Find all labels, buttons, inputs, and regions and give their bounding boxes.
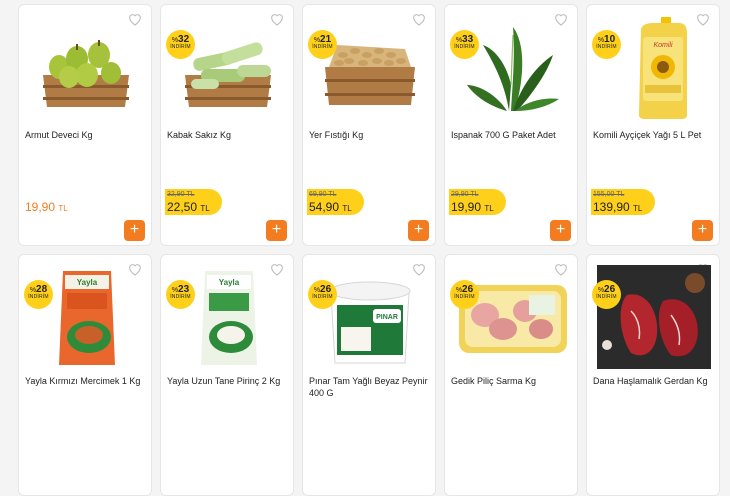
price-value: 19,90 bbox=[451, 200, 482, 214]
discount-badge: %26 İNDİRİM bbox=[592, 280, 621, 309]
product-name[interactable]: Gedik Piliç Sarma Kg bbox=[451, 375, 573, 387]
discount-badge: %32 İNDİRİM bbox=[166, 30, 195, 59]
price-currency: TL bbox=[484, 204, 494, 213]
discount-badge: %26 İNDİRİM bbox=[450, 280, 479, 309]
price-value: 139,90 bbox=[593, 200, 630, 214]
old-price: 32,90 TL bbox=[167, 191, 195, 198]
svg-text:Yayla: Yayla bbox=[77, 278, 98, 287]
discount-label: İNDİRİM bbox=[170, 294, 191, 300]
price-value: 54,90 bbox=[309, 200, 340, 214]
svg-text:Komili: Komili bbox=[653, 42, 673, 49]
product-name[interactable]: Komili Ayçiçek Yağı 5 L Pet bbox=[593, 129, 715, 141]
product-image-peanuts[interactable] bbox=[313, 15, 427, 119]
product-price: 54,90 TL bbox=[309, 200, 352, 214]
product-name[interactable]: Pınar Tam Yağlı Beyaz Peynir 400 G bbox=[309, 375, 431, 399]
product-name[interactable]: Ispanak 700 G Paket Adet bbox=[451, 129, 573, 141]
product-image-cheese-tub[interactable]: PINAR bbox=[313, 265, 427, 369]
product-image-spinach[interactable] bbox=[455, 15, 569, 119]
discount-label: İNDİRİM bbox=[596, 294, 617, 300]
svg-text:PINAR: PINAR bbox=[376, 314, 398, 321]
product-image-oil-bottle[interactable]: Komili bbox=[597, 15, 711, 119]
discount-badge: %10 İNDİRİM bbox=[592, 30, 621, 59]
product-image-rice-pack[interactable]: Yayla bbox=[171, 265, 285, 369]
discount-label: İNDİRİM bbox=[312, 294, 333, 300]
product-card[interactable]: %32 İNDİRİM Kabak Sakız Kg 32,90 TL 22,50… bbox=[160, 4, 294, 246]
price-value: 22,50 bbox=[167, 200, 198, 214]
discount-badge: %26 İNDİRİM bbox=[308, 280, 337, 309]
price-currency: TL bbox=[633, 204, 643, 213]
product-card[interactable]: PINAR %26 İNDİRİM Pınar Tam Yağlı Beyaz P… bbox=[302, 254, 436, 496]
product-name[interactable]: Yer Fıstığı Kg bbox=[309, 129, 431, 141]
add-to-cart-button[interactable]: + bbox=[550, 220, 571, 241]
product-name[interactable]: Dana Haşlamalık Gerdan Kg bbox=[593, 375, 715, 387]
product-card[interactable]: Armut Deveci Kg 19,90 TL + bbox=[18, 4, 152, 246]
discount-label: İNDİRİM bbox=[28, 294, 49, 300]
product-card[interactable]: Komili %10 İNDİRİM Komili Ayçiçek Yağı 5 … bbox=[586, 4, 720, 246]
discount-badge: %21 İNDİRİM bbox=[308, 30, 337, 59]
discount-badge: %23 İNDİRİM bbox=[166, 280, 195, 309]
product-name[interactable]: Armut Deveci Kg bbox=[25, 129, 147, 141]
old-price: 155,00 TL bbox=[593, 191, 625, 198]
discount-label: İNDİRİM bbox=[312, 44, 333, 50]
product-price: 19,90 TL bbox=[451, 200, 494, 214]
add-to-cart-button[interactable]: + bbox=[124, 220, 145, 241]
product-image-beef[interactable] bbox=[597, 265, 711, 369]
old-price: 69,90 TL bbox=[309, 191, 337, 198]
add-to-cart-button[interactable]: + bbox=[266, 220, 287, 241]
product-name[interactable]: Yayla Uzun Tane Pirinç 2 Kg bbox=[167, 375, 289, 387]
discount-label: İNDİRİM bbox=[596, 44, 617, 50]
product-image-zucchini[interactable] bbox=[171, 15, 285, 119]
product-price: 19,90 TL bbox=[25, 200, 68, 214]
add-to-cart-button[interactable]: + bbox=[408, 220, 429, 241]
product-name[interactable]: Kabak Sakız Kg bbox=[167, 129, 289, 141]
add-to-cart-button[interactable]: + bbox=[692, 220, 713, 241]
price-currency: TL bbox=[58, 204, 68, 213]
product-card[interactable]: Yayla %28 İNDİRİM Yayla Kırmızı Mercimek … bbox=[18, 254, 152, 496]
price-currency: TL bbox=[342, 204, 352, 213]
old-price: 29,90 TL bbox=[451, 191, 479, 198]
product-card[interactable]: %21 İNDİRİM Yer Fıstığı Kg 69,90 TL 54,90… bbox=[302, 4, 436, 246]
product-image-chicken-tray[interactable] bbox=[455, 265, 569, 369]
price-value: 19,90 bbox=[25, 200, 56, 214]
product-name[interactable]: Yayla Kırmızı Mercimek 1 Kg bbox=[25, 375, 147, 387]
discount-label: İNDİRİM bbox=[170, 44, 191, 50]
product-card[interactable]: %33 İNDİRİM Ispanak 700 G Paket Adet 29,9… bbox=[444, 4, 578, 246]
product-card[interactable]: %26 İNDİRİM Dana Haşlamalık Gerdan Kg bbox=[586, 254, 720, 496]
discount-badge: %28 İNDİRİM bbox=[24, 280, 53, 309]
price-currency: TL bbox=[200, 204, 210, 213]
product-grid: Armut Deveci Kg 19,90 TL + %32 İNDİRİM Ka… bbox=[18, 4, 720, 496]
product-card[interactable]: %26 İNDİRİM Gedik Piliç Sarma Kg bbox=[444, 254, 578, 496]
product-price: 139,90 TL bbox=[593, 200, 642, 214]
discount-label: İNDİRİM bbox=[454, 294, 475, 300]
product-image-lentil-pack[interactable]: Yayla bbox=[29, 265, 143, 369]
product-image-pears[interactable] bbox=[29, 15, 143, 119]
product-card[interactable]: Yayla %23 İNDİRİM Yayla Uzun Tane Pirinç … bbox=[160, 254, 294, 496]
svg-text:Yayla: Yayla bbox=[219, 278, 240, 287]
discount-label: İNDİRİM bbox=[454, 44, 475, 50]
product-price: 22,50 TL bbox=[167, 200, 210, 214]
discount-badge: %33 İNDİRİM bbox=[450, 30, 479, 59]
